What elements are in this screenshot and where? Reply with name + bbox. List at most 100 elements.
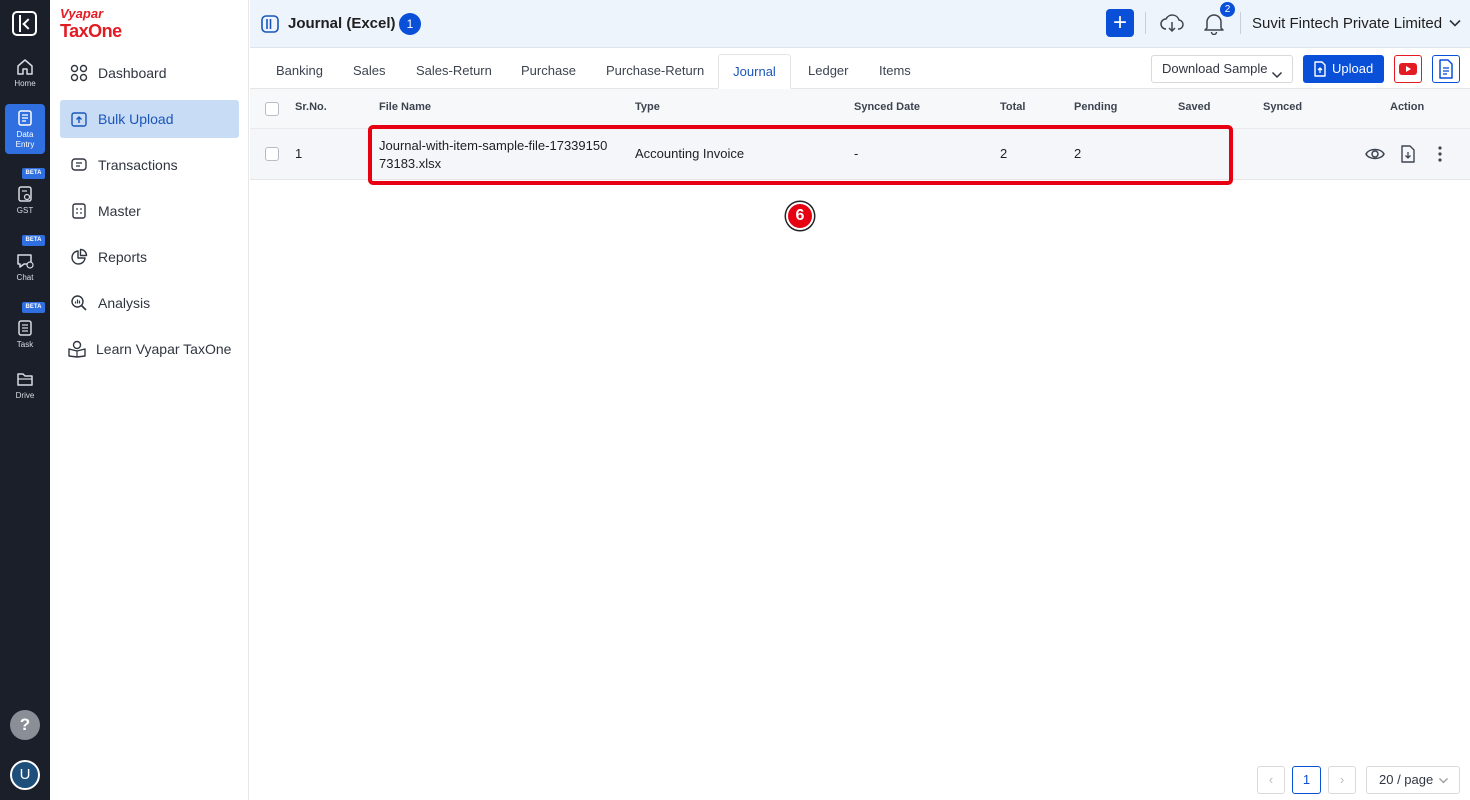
rail-item-task[interactable]: Task xyxy=(0,319,50,350)
data-entry-icon xyxy=(18,110,32,126)
view-eye-icon[interactable] xyxy=(1365,145,1385,168)
tab-journal[interactable]: Journal xyxy=(718,54,791,89)
cell-srno: 1 xyxy=(295,146,303,161)
top-header: Journal (Excel) 1 + 2 Suvit Fintech Priv… xyxy=(250,0,1470,48)
page-size-select[interactable]: 20 / page xyxy=(1366,766,1460,794)
pie-chart-icon xyxy=(69,247,89,267)
collapse-sidebar-icon[interactable] xyxy=(12,11,37,36)
rail-label: Data Entry xyxy=(15,130,35,149)
sidebar-item-analysis[interactable]: Analysis xyxy=(60,284,239,322)
divider xyxy=(1145,12,1146,34)
sidebar-item-transactions[interactable]: Transactions xyxy=(60,146,239,184)
column-header: Action xyxy=(1390,101,1425,113)
chevron-down-icon xyxy=(1439,778,1448,784)
select-all-checkbox[interactable] xyxy=(265,102,279,116)
document-icon xyxy=(1439,59,1453,79)
youtube-icon xyxy=(1399,63,1417,75)
help-button[interactable]: ? xyxy=(10,710,40,740)
home-icon xyxy=(17,59,33,75)
column-header: Type xyxy=(635,101,660,113)
column-header: Pending xyxy=(1074,101,1118,113)
master-icon xyxy=(69,201,89,221)
sidebar-item-dashboard[interactable]: Dashboard xyxy=(60,54,239,92)
download-file-icon[interactable] xyxy=(1400,145,1416,168)
beta-badge: BETA xyxy=(22,302,45,313)
beta-badge: BETA xyxy=(22,235,45,246)
task-icon xyxy=(18,320,32,336)
icon-rail: Home Data Entry BETA GST BETA Chat BETA T… xyxy=(0,0,50,800)
tab-purchase[interactable]: Purchase xyxy=(506,54,591,89)
prev-page-button[interactable]: ‹ xyxy=(1257,766,1285,794)
column-header: Synced xyxy=(1263,101,1303,113)
rail-item-drive[interactable]: Drive xyxy=(0,370,50,401)
brand-logo[interactable]: Vyapar TaxOne xyxy=(60,6,122,42)
download-sample-label: Download Sample xyxy=(1162,61,1268,76)
company-selector[interactable]: Suvit Fintech Private Limited xyxy=(1252,15,1442,32)
sidebar-item-bulk-upload[interactable]: Bulk Upload xyxy=(60,100,239,138)
analysis-icon xyxy=(69,293,89,313)
divider xyxy=(1240,12,1241,34)
rail-label: Drive xyxy=(15,391,35,400)
rail-label: Task xyxy=(16,340,34,349)
column-header: Sr.No. xyxy=(295,101,327,113)
rail-item-gst[interactable]: GST xyxy=(0,185,50,216)
bell-icon[interactable] xyxy=(1203,11,1225,40)
transactions-icon xyxy=(69,155,89,175)
sidebar: Vyapar TaxOne Dashboard Bulk Upload Tran… xyxy=(50,0,249,800)
rail-label: Chat xyxy=(16,273,34,282)
column-header: Saved xyxy=(1178,101,1211,113)
cloud-download-icon[interactable] xyxy=(1160,12,1184,39)
rail-item-data-entry[interactable]: Data Entry xyxy=(5,104,45,154)
rail-item-home[interactable]: Home xyxy=(0,58,50,89)
upload-button[interactable]: Upload xyxy=(1303,55,1384,83)
upload-tray-icon xyxy=(69,109,89,129)
learn-icon xyxy=(67,339,87,359)
tab-sales-return[interactable]: Sales-Return xyxy=(401,54,507,89)
brand-main-text: TaxOne xyxy=(60,21,122,41)
row-checkbox[interactable] xyxy=(265,147,279,161)
sidebar-item-master[interactable]: Master xyxy=(60,192,239,230)
tab-banking[interactable]: Banking xyxy=(261,54,338,89)
page-size-value: 20 / page xyxy=(1379,772,1434,787)
beta-badge: BETA xyxy=(22,168,45,179)
tab-purchase-return[interactable]: Purchase-Return xyxy=(591,54,719,89)
sidebar-item-label: Dashboard xyxy=(98,65,167,81)
file-upload-icon xyxy=(1314,61,1326,77)
column-header: Total xyxy=(1000,101,1026,113)
add-button[interactable]: + xyxy=(1106,9,1134,37)
sidebar-item-label: Bulk Upload xyxy=(98,111,174,127)
tab-sales[interactable]: Sales xyxy=(338,54,401,89)
chevron-down-icon[interactable] xyxy=(1448,16,1462,35)
column-header: File Name xyxy=(379,101,431,113)
folder-icon xyxy=(17,373,33,386)
sidebar-item-label: Reports xyxy=(98,249,148,265)
page-number-button[interactable]: 1 xyxy=(1292,766,1321,794)
sidebar-item-reports[interactable]: Reports xyxy=(60,238,239,276)
table-header: Sr.No. File Name Type Synced Date Total … xyxy=(250,89,1470,129)
gst-icon xyxy=(18,186,32,202)
download-sample-dropdown[interactable]: Download Sample xyxy=(1151,55,1293,83)
sidebar-item-label: Learn Vyapar TaxOne xyxy=(96,341,232,357)
chevron-down-icon xyxy=(1271,64,1283,90)
avatar[interactable]: U xyxy=(10,760,40,790)
tab-items[interactable]: Items xyxy=(864,54,926,89)
tab-ledger[interactable]: Ledger xyxy=(793,54,863,89)
brand-top-text: Vyapar xyxy=(60,6,104,21)
next-page-button[interactable]: › xyxy=(1328,766,1356,794)
youtube-button[interactable] xyxy=(1394,55,1422,83)
guide-document-button[interactable] xyxy=(1432,55,1460,83)
sidebar-item-label: Transactions xyxy=(98,157,178,173)
notification-badge: 2 xyxy=(1220,2,1235,17)
rail-label: GST xyxy=(16,206,34,215)
upload-label: Upload xyxy=(1332,61,1374,76)
more-options-icon[interactable] xyxy=(1436,145,1444,168)
rail-label: Home xyxy=(14,79,36,88)
highlight-box xyxy=(368,125,1233,185)
rail-item-chat[interactable]: Chat xyxy=(0,252,50,283)
column-header: Synced Date xyxy=(854,101,921,113)
sidebar-item-label: Master xyxy=(98,203,141,219)
sidebar-item-label: Analysis xyxy=(98,295,151,311)
sidebar-item-learn[interactable]: Learn Vyapar TaxOne xyxy=(60,330,239,368)
file-count-badge: 1 xyxy=(399,13,421,35)
grid-icon xyxy=(69,63,89,83)
